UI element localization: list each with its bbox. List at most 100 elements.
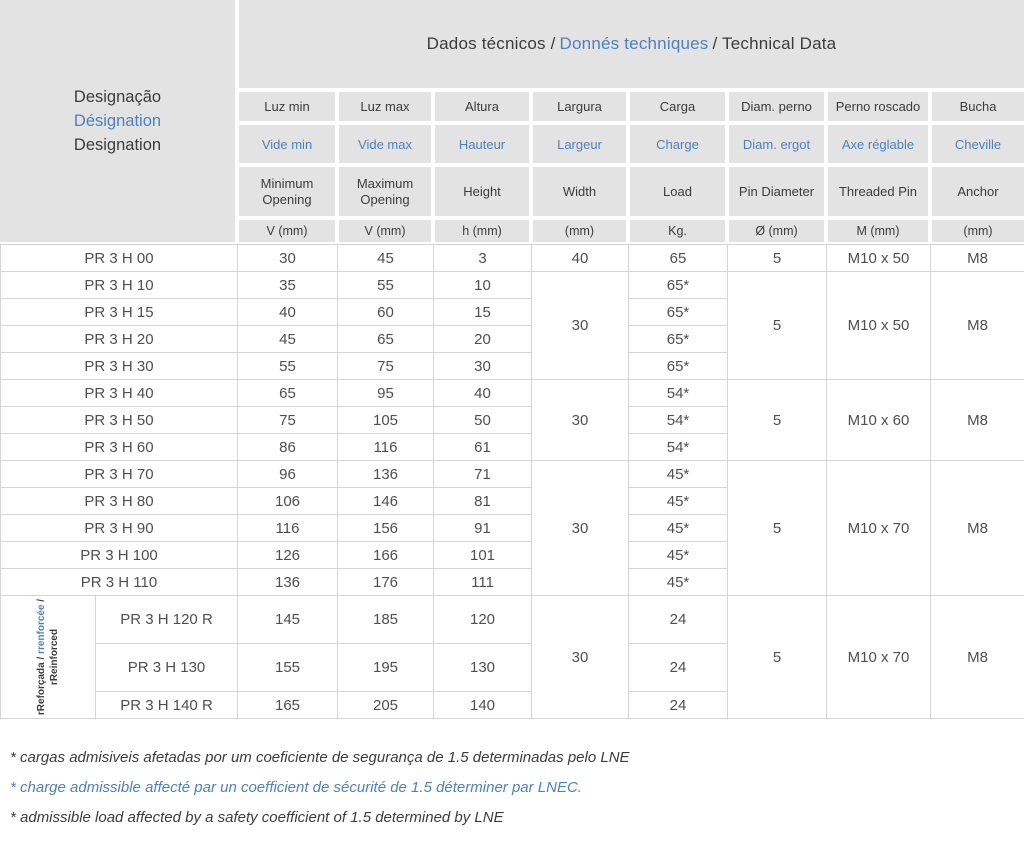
cell-largura: 40 (532, 245, 629, 272)
cell-bucha: M8 (931, 461, 1024, 596)
cell-altura: 40 (434, 380, 532, 407)
header-bucha-en: Anchor (932, 167, 1024, 216)
footnote-fr: * charge admissible affecté par un coeff… (10, 779, 1024, 796)
table-row: PR 3 H 00 30 45 3 40 65 5 M10 x 50 M8 (1, 245, 1024, 272)
header-luz-max-pt: Luz max (339, 92, 431, 121)
cell-diam: 5 (728, 596, 827, 719)
cell-luz-min: 45 (238, 326, 338, 353)
cell-designation: PR 3 H 20 (1, 326, 238, 353)
table-title: Dados técnicos / Donnés techniques / Tec… (239, 0, 1024, 88)
cell-designation: PR 3 H 100 (1, 542, 238, 569)
cell-carga: 54* (629, 434, 728, 461)
cell-diam: 5 (728, 461, 827, 596)
header-diam-unit: Ø (mm) (729, 220, 824, 242)
cell-luz-max: 116 (338, 434, 434, 461)
cell-carga: 24 (629, 644, 728, 692)
cell-altura: 130 (434, 644, 532, 692)
cell-carga: 54* (629, 407, 728, 434)
designation-header-en: Designation (74, 133, 161, 157)
cell-carga: 45* (629, 569, 728, 596)
cell-altura: 61 (434, 434, 532, 461)
cell-altura: 15 (434, 299, 532, 326)
cell-luz-max: 45 (338, 245, 434, 272)
cell-luz-min: 145 (238, 596, 338, 644)
header-altura-pt: Altura (435, 92, 529, 121)
cell-luz-min: 86 (238, 434, 338, 461)
header-largura-unit: (mm) (533, 220, 626, 242)
cell-luz-min: 55 (238, 353, 338, 380)
cell-luz-min: 40 (238, 299, 338, 326)
header-luz-max-unit: V (mm) (339, 220, 431, 242)
cell-luz-min: 35 (238, 272, 338, 299)
cell-carga: 45* (629, 542, 728, 569)
cell-luz-max: 156 (338, 515, 434, 542)
header-diam-fr: Diam. ergot (729, 125, 824, 163)
cell-designation: PR 3 H 40 (1, 380, 238, 407)
cell-luz-max: 105 (338, 407, 434, 434)
cell-designation: PR 3 H 80 (1, 488, 238, 515)
header-luz-min-pt: Luz min (239, 92, 335, 121)
header-perno-pt: Perno roscado (828, 92, 928, 121)
cell-luz-min: 165 (238, 692, 338, 719)
table-row: PR 3 H 40 65 95 40 30 54* 5 M10 x 60 M8 (1, 380, 1024, 407)
cell-carga: 24 (629, 692, 728, 719)
cell-designation: PR 3 H 70 (1, 461, 238, 488)
cell-luz-max: 136 (338, 461, 434, 488)
cell-bucha: M8 (931, 245, 1024, 272)
cell-designation: PR 3 H 140 R (96, 692, 238, 719)
table-row: PR 3 H 70 96 136 71 30 45* 5 M10 x 70 M8 (1, 461, 1024, 488)
cell-designation: PR 3 H 50 (1, 407, 238, 434)
cell-luz-max: 185 (338, 596, 434, 644)
cell-altura: 81 (434, 488, 532, 515)
header-altura-en: Height (435, 167, 529, 216)
cell-luz-max: 176 (338, 569, 434, 596)
header-luz-min-en: Minimum Opening (239, 167, 335, 216)
header-perno-en: Threaded Pin (828, 167, 928, 216)
cell-designation: PR 3 H 130 (96, 644, 238, 692)
cell-altura: 10 (434, 272, 532, 299)
cell-altura: 101 (434, 542, 532, 569)
designation-header: Designação Désignation Designation (0, 0, 235, 242)
cell-designation: PR 3 H 120 R (96, 596, 238, 644)
cell-luz-max: 60 (338, 299, 434, 326)
cell-designation: PR 3 H 15 (1, 299, 238, 326)
cell-designation: PR 3 H 90 (1, 515, 238, 542)
header-largura-pt: Largura (533, 92, 626, 121)
data-table: PR 3 H 00 30 45 3 40 65 5 M10 x 50 M8 PR… (0, 244, 1024, 719)
footnotes: * cargas admisiveis afetadas por um coef… (10, 749, 1024, 826)
cell-luz-min: 126 (238, 542, 338, 569)
header-bucha-fr: Cheville (932, 125, 1024, 163)
designation-header-fr: Désignation (74, 109, 161, 133)
reinforced-label-fr: rrenforcée (36, 604, 47, 653)
header-perno-fr: Axe réglable (828, 125, 928, 163)
cell-perno: M10 x 50 (827, 245, 931, 272)
cell-carga: 45* (629, 515, 728, 542)
cell-altura: 71 (434, 461, 532, 488)
cell-carga: 65 (629, 245, 728, 272)
cell-bucha: M8 (931, 272, 1024, 380)
title-fr: Donnés techniques (560, 34, 709, 54)
header-carga-unit: Kg. (630, 220, 725, 242)
title-en: / Technical Data (712, 34, 836, 54)
cell-bucha: M8 (931, 380, 1024, 461)
cell-designation: PR 3 H 00 (1, 245, 238, 272)
cell-carga: 45* (629, 461, 728, 488)
header-carga-fr: Charge (630, 125, 725, 163)
cell-perno: M10 x 60 (827, 380, 931, 461)
header-luz-max-en: Maximum Opening (339, 167, 431, 216)
header-largura-en: Width (533, 167, 626, 216)
table-row: PR 3 H 10 35 55 10 30 65* 5 M10 x 50 M8 (1, 272, 1024, 299)
cell-luz-max: 95 (338, 380, 434, 407)
cell-altura: 120 (434, 596, 532, 644)
table-row: rReforçada / rrenforcée / rReinforced PR… (1, 596, 1024, 644)
cell-largura: 30 (532, 272, 629, 380)
header-luz-max-fr: Vide max (339, 125, 431, 163)
cell-designation: PR 3 H 110 (1, 569, 238, 596)
cell-designation: PR 3 H 10 (1, 272, 238, 299)
cell-carga: 65* (629, 353, 728, 380)
cell-largura: 30 (532, 596, 629, 719)
cell-designation: PR 3 H 60 (1, 434, 238, 461)
footnote-en: * admissible load affected by a safety c… (10, 809, 1024, 826)
header-diam-pt: Diam. perno (729, 92, 824, 121)
footnote-pt: * cargas admisiveis afetadas por um coef… (10, 749, 1024, 766)
